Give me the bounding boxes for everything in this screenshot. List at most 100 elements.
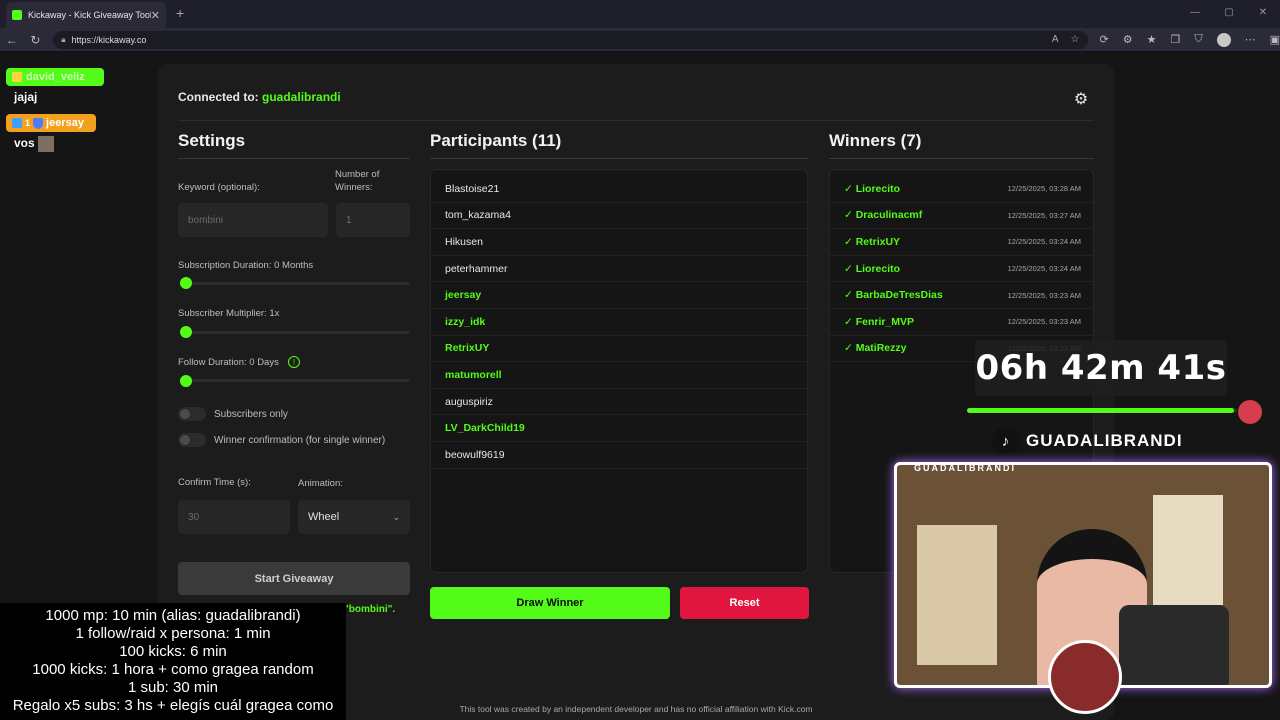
- winner-row: ✓ Liorecito 12/25/2025, 03:24 AM: [830, 256, 1093, 283]
- settings-divider: [178, 158, 410, 159]
- chevron-down-icon: ⌄: [392, 511, 400, 522]
- address-bar-row: ← ↻ 🔒︎ https://kickaway.co A ☆ ⟳ ⚙ ★ ❐ ⛉…: [0, 28, 1280, 52]
- tiktok-handle: ♪ GUADALIBRANDI: [992, 426, 1183, 456]
- info-icon[interactable]: !: [288, 356, 300, 368]
- rule-line: 1000 kicks: 1 hora + como gragea random: [32, 661, 314, 678]
- header-divider: [178, 120, 1094, 121]
- sub-duration-label: Subscription Duration: 0 Months: [178, 260, 314, 271]
- participant-row: peterhammer: [431, 256, 807, 283]
- participants-title: Participants (11): [430, 131, 562, 150]
- keyword-input[interactable]: bombini: [178, 203, 328, 237]
- winners-label-2: Winners:: [335, 182, 373, 193]
- participant-name: LV_DarkChild19: [445, 422, 525, 435]
- back-icon[interactable]: ←: [0, 33, 24, 47]
- participant-row: matumorell: [431, 362, 807, 389]
- minimize-icon[interactable]: —: [1178, 0, 1212, 28]
- winners-title: Winners (7): [829, 131, 922, 150]
- badge-icon: [12, 72, 22, 82]
- undesirable-poster: [1153, 495, 1223, 605]
- sub-duration-slider[interactable]: [180, 282, 410, 285]
- close-window-icon[interactable]: ✕: [1246, 0, 1280, 28]
- winner-name: ✓ Liorecito: [844, 262, 901, 275]
- keyword-label: Keyword (optional):: [178, 182, 260, 193]
- participant-row: beowulf9619: [431, 442, 807, 469]
- maximize-icon[interactable]: ▢: [1212, 0, 1246, 28]
- participant-name: Hikusen: [445, 235, 483, 248]
- connected-user: guadalibrandi: [262, 90, 341, 104]
- follow-duration-handle[interactable]: [180, 375, 192, 387]
- keyword-note: "bombini".: [344, 604, 396, 615]
- winner-name: ✓ Fenrir_MVP: [844, 315, 915, 328]
- sub-multiplier-slider[interactable]: [180, 331, 410, 334]
- gear-icon[interactable]: ⚙: [1070, 88, 1092, 110]
- chat-user-pill-2: 1 jeersay: [6, 114, 96, 132]
- reset-button[interactable]: Reset: [680, 587, 809, 619]
- animation-label: Animation:: [298, 478, 343, 489]
- winner-row: ✓ BarbaDeTresDias 12/25/2025, 03:23 AM: [830, 282, 1093, 309]
- chat-message-1: jajaj: [14, 90, 38, 104]
- confirm-time-label: Confirm Time (s):: [178, 477, 251, 488]
- profile-avatar[interactable]: [1216, 32, 1231, 47]
- cam-label: GUADALIBRANDI: [914, 463, 1016, 473]
- new-tab-button[interactable]: +: [176, 5, 184, 21]
- browser-toolbar: ⟳ ⚙ ★ ❐ ⛉ ⋯ ▣: [1100, 32, 1280, 47]
- draw-winner-button[interactable]: Draw Winner: [430, 587, 670, 619]
- winners-divider: [829, 158, 1094, 159]
- connection-status: Connected to: guadalibrandi: [178, 90, 341, 104]
- chat-username-1: david_veliz: [26, 71, 85, 83]
- chat-message-2-text: vos: [14, 136, 35, 151]
- browser-tab[interactable]: Kickaway - Kick Giveaway Tool ✕: [6, 2, 166, 28]
- close-tab-icon[interactable]: ✕: [151, 9, 160, 22]
- participants-divider: [430, 158, 808, 159]
- chat-message-2: vos: [14, 136, 55, 152]
- collections-icon[interactable]: ❐: [1170, 33, 1180, 47]
- winners-label-1: Number of: [335, 169, 380, 180]
- shield-badge-icon: [33, 117, 44, 129]
- lock-icon: 🔒︎: [61, 34, 66, 44]
- participant-row: tom_kazama4: [431, 203, 807, 230]
- streamer-avatar: [1048, 640, 1122, 714]
- favorite-star-icon[interactable]: ☆: [1071, 34, 1080, 45]
- winner-row: ✓ Draculinacmf 12/25/2025, 03:27 AM: [830, 203, 1093, 230]
- emote-icon: [38, 136, 55, 152]
- refresh-ext-icon[interactable]: ⟳: [1100, 33, 1109, 47]
- winner-name: ✓ MatiRezzy: [844, 342, 907, 355]
- kick-favicon-icon: [12, 10, 22, 20]
- tab-title: Kickaway - Kick Giveaway Tool: [28, 10, 151, 20]
- sub-multiplier-handle[interactable]: [180, 326, 192, 338]
- mascot-icon: [1238, 400, 1262, 424]
- winner-confirmation-toggle[interactable]: [178, 433, 206, 447]
- favorites-icon[interactable]: ★: [1147, 33, 1157, 47]
- chat-username-2: jeersay: [46, 117, 84, 129]
- follow-duration-label: Follow Duration: 0 Days: [178, 357, 279, 368]
- rule-line: 100 kicks: 6 min: [119, 643, 227, 660]
- subscribers-only-toggle[interactable]: [178, 407, 206, 421]
- confirm-time-input[interactable]: 30: [178, 500, 290, 534]
- participant-row: Blastoise21: [431, 176, 807, 203]
- url-text: https://kickaway.co: [71, 34, 147, 45]
- participant-name: matumorell: [445, 368, 502, 381]
- follow-duration-slider[interactable]: [180, 379, 410, 382]
- start-giveaway-button[interactable]: Start Giveaway: [178, 562, 410, 595]
- tiktok-handle-text: GUADALIBRANDI: [1026, 431, 1183, 450]
- winner-row: ✓ Liorecito 12/25/2025, 03:28 AM: [830, 176, 1093, 203]
- animation-select[interactable]: Wheel ⌄: [298, 500, 410, 534]
- winner-timestamp: 12/25/2025, 03:23 AM: [1007, 317, 1081, 327]
- participant-name: peterhammer: [445, 262, 508, 275]
- participant-name: tom_kazama4: [445, 209, 511, 222]
- shield-icon[interactable]: ⛉: [1194, 33, 1202, 47]
- sub-duration-handle[interactable]: [180, 277, 192, 289]
- refresh-icon[interactable]: ↻: [24, 33, 48, 47]
- extensions-icon[interactable]: ⚙: [1123, 33, 1133, 47]
- timer-progress-bar: [967, 408, 1237, 413]
- url-field[interactable]: 🔒︎ https://kickaway.co A ☆: [53, 30, 1088, 49]
- sidebar-toggle-icon[interactable]: ▣: [1270, 33, 1280, 47]
- settings-title: Settings: [178, 131, 246, 150]
- stream-rules-panel: 1000 mp: 10 min (alias: guadalibrandi) 1…: [0, 603, 346, 720]
- translate-icon[interactable]: A: [1052, 34, 1059, 45]
- more-menu-icon[interactable]: ⋯: [1245, 33, 1256, 47]
- winner-name: ✓ RetrixUY: [844, 235, 901, 248]
- number-of-winners-input[interactable]: 1: [336, 203, 410, 237]
- sub-multiplier-label: Subscriber Multiplier: 1x: [178, 308, 280, 319]
- winner-row: ✓ Fenrir_MVP 12/25/2025, 03:23 AM: [830, 309, 1093, 336]
